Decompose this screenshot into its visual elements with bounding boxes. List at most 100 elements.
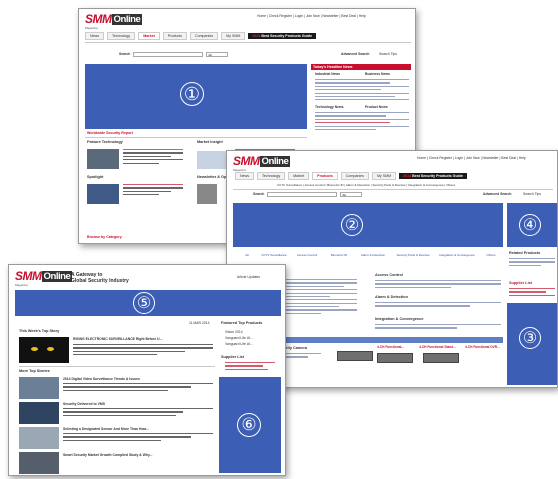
listing-heading-alarm: Alarm & Detection: [375, 295, 408, 299]
category-others[interactable]: Others: [481, 253, 501, 257]
newsletter-image[interactable]: [197, 184, 217, 204]
best-products-guide-button-2[interactable]: 2014 Best Security Products Guide: [399, 172, 467, 179]
top-links[interactable]: Home | Check Register | Login | Join Now…: [257, 14, 366, 18]
story-4-image[interactable]: [19, 452, 59, 474]
featured-product-2[interactable]: Vanguard Life Ut...: [225, 336, 253, 340]
region-4-banner: ④: [507, 203, 557, 247]
search-tips-link[interactable]: Search Tips: [379, 52, 397, 56]
product-dvr-image-1[interactable]: [337, 351, 373, 361]
search-category-select[interactable]: All: [206, 51, 229, 57]
category-biometric[interactable]: Biometric ID: [325, 253, 353, 257]
region-5-label: ⑤: [133, 292, 155, 314]
tab-market-2[interactable]: Market: [288, 171, 310, 180]
category-cctv[interactable]: CCTV Surveillance: [259, 253, 289, 257]
tab-companies[interactable]: Companies: [189, 31, 219, 40]
search-tips-link-2[interactable]: Search Tips: [523, 192, 541, 196]
story-2-image[interactable]: [19, 402, 59, 424]
feature-caption[interactable]: Worldwide Security Report: [87, 131, 133, 135]
search-input[interactable]: [133, 51, 204, 57]
search-input-2[interactable]: [267, 191, 338, 197]
featured-product-3[interactable]: Vanguard Life Ut...: [225, 342, 253, 346]
category-all[interactable]: All: [237, 253, 257, 257]
listing-integration-links[interactable]: [375, 324, 501, 331]
supplier-list-heading-3: Supplier List: [221, 355, 244, 359]
feature-technology-image[interactable]: [87, 149, 119, 169]
site-logo-2[interactable]: SMM Online: [233, 154, 291, 168]
supplier-list-heading-2: Supplier List: [509, 281, 532, 285]
tab-my-smm[interactable]: My SMM: [221, 31, 246, 40]
product-dvr-image-2[interactable]: [377, 353, 413, 363]
nav-divider-2: [233, 189, 553, 190]
headline-col-industrial[interactable]: Industrial News: [315, 72, 340, 76]
tab-technology-2[interactable]: Technology: [257, 171, 286, 180]
top-story-image[interactable]: [19, 337, 69, 363]
story-1-image[interactable]: [19, 377, 59, 399]
listing-heading-access: Access Control: [375, 273, 403, 277]
site-logo-3[interactable]: SMM Online: [15, 269, 73, 283]
category-alarm[interactable]: Alarm & Detection: [357, 253, 389, 257]
feature-technology-heading: Feature Technology: [87, 140, 123, 144]
headline-list-2[interactable]: [315, 112, 409, 132]
product-name-1[interactable]: 4-CH Functional...: [377, 345, 404, 349]
browse-category-link[interactable]: Browse by Category: [87, 235, 122, 239]
region-5-banner: ⑤: [15, 290, 281, 316]
featured-products-heading: Featured Top Products: [221, 321, 263, 325]
logo-text-3: SMM: [15, 269, 42, 283]
advanced-search-link-2[interactable]: Advanced Search: [483, 192, 511, 196]
guide-year-2: 2014: [403, 173, 412, 178]
top-story-title[interactable]: RISING ELECTRONIC SURVEILLANCE Right Bef…: [73, 337, 162, 341]
supplier-list-3[interactable]: [225, 362, 275, 372]
advanced-search-link[interactable]: Advanced Search: [341, 52, 369, 56]
spotlight-text[interactable]: [123, 184, 183, 198]
tab-my-smm-2[interactable]: My SMM: [371, 171, 397, 180]
story-3-image[interactable]: [19, 427, 59, 449]
story-1-title[interactable]: 2014 Digital Video Surveillance Trends &…: [63, 377, 140, 381]
top-links-2[interactable]: Home | Check Register | Login | Join Now…: [417, 156, 526, 160]
search-category-select-2[interactable]: All: [340, 191, 363, 197]
related-products-heading: Related Products: [509, 251, 541, 255]
related-products-list[interactable]: [509, 258, 555, 268]
issue-date: 11.MAR.2014: [189, 321, 210, 325]
product-subnav[interactable]: CCTV Surveillance | Access Control | Bio…: [277, 183, 455, 187]
tab-news-2[interactable]: News: [235, 171, 254, 180]
headline-col-product[interactable]: Product News: [365, 105, 388, 109]
site-title-line-2: Global Security Industry: [71, 278, 129, 284]
headline-col-business[interactable]: Business News: [365, 72, 390, 76]
search-label-2: Search: [253, 192, 265, 196]
tab-technology[interactable]: Technology: [107, 31, 136, 40]
headline-box-title: Today's Headline News: [311, 64, 411, 70]
feature-divider: [85, 137, 307, 138]
product-dvr-image-3[interactable]: [423, 353, 459, 363]
tab-products-2[interactable]: Products: [312, 171, 338, 180]
best-products-guide-button[interactable]: 2014 Best Security Products Guide: [248, 32, 317, 39]
guide-year: 2014: [252, 33, 261, 38]
listing-access-links[interactable]: [375, 280, 501, 290]
newsletter-heading: Newsletter & Opt: [197, 175, 228, 179]
tab-market[interactable]: Market: [138, 31, 160, 40]
story-2-title[interactable]: Security Delivered to VMS: [63, 402, 105, 406]
tab-companies-2[interactable]: Companies: [340, 171, 369, 180]
product-name-3[interactable]: 4-CH Functional DVR...: [465, 345, 500, 349]
supplier-list-2[interactable]: [509, 288, 555, 298]
story-4-title[interactable]: Smart Security Market Growth Compiled St…: [63, 453, 152, 457]
featured-product-1[interactable]: Vision 2014: [225, 330, 243, 334]
feature-technology-text[interactable]: [123, 149, 183, 166]
site-logo[interactable]: SMM Online: [85, 12, 143, 26]
headline-list[interactable]: [315, 79, 409, 103]
product-name-2[interactable]: 4-CH Functional Stand...: [419, 345, 456, 349]
article-updates-link[interactable]: Article Updates: [237, 275, 260, 279]
headline-col-technology[interactable]: Technology News: [315, 105, 344, 109]
category-parts[interactable]: Security Parts & Devices: [393, 253, 433, 257]
top-story-heading: This Week's Top Story: [19, 329, 60, 333]
listing-alarm-links[interactable]: [375, 302, 501, 309]
story-3-title[interactable]: Selecting a Designated Sensor And More T…: [63, 427, 149, 431]
category-access[interactable]: Access Control: [293, 253, 321, 257]
logo-text: SMM: [85, 12, 112, 26]
top-story-summary: [73, 344, 213, 358]
main-tabs: News Technology Market Products Companie…: [85, 31, 317, 40]
spotlight-image[interactable]: [87, 184, 119, 204]
logo-text-2: SMM: [233, 154, 260, 168]
tab-products[interactable]: Products: [162, 31, 187, 40]
category-integration[interactable]: Integration & Convergence: [437, 253, 477, 257]
tab-news[interactable]: News: [85, 31, 104, 40]
